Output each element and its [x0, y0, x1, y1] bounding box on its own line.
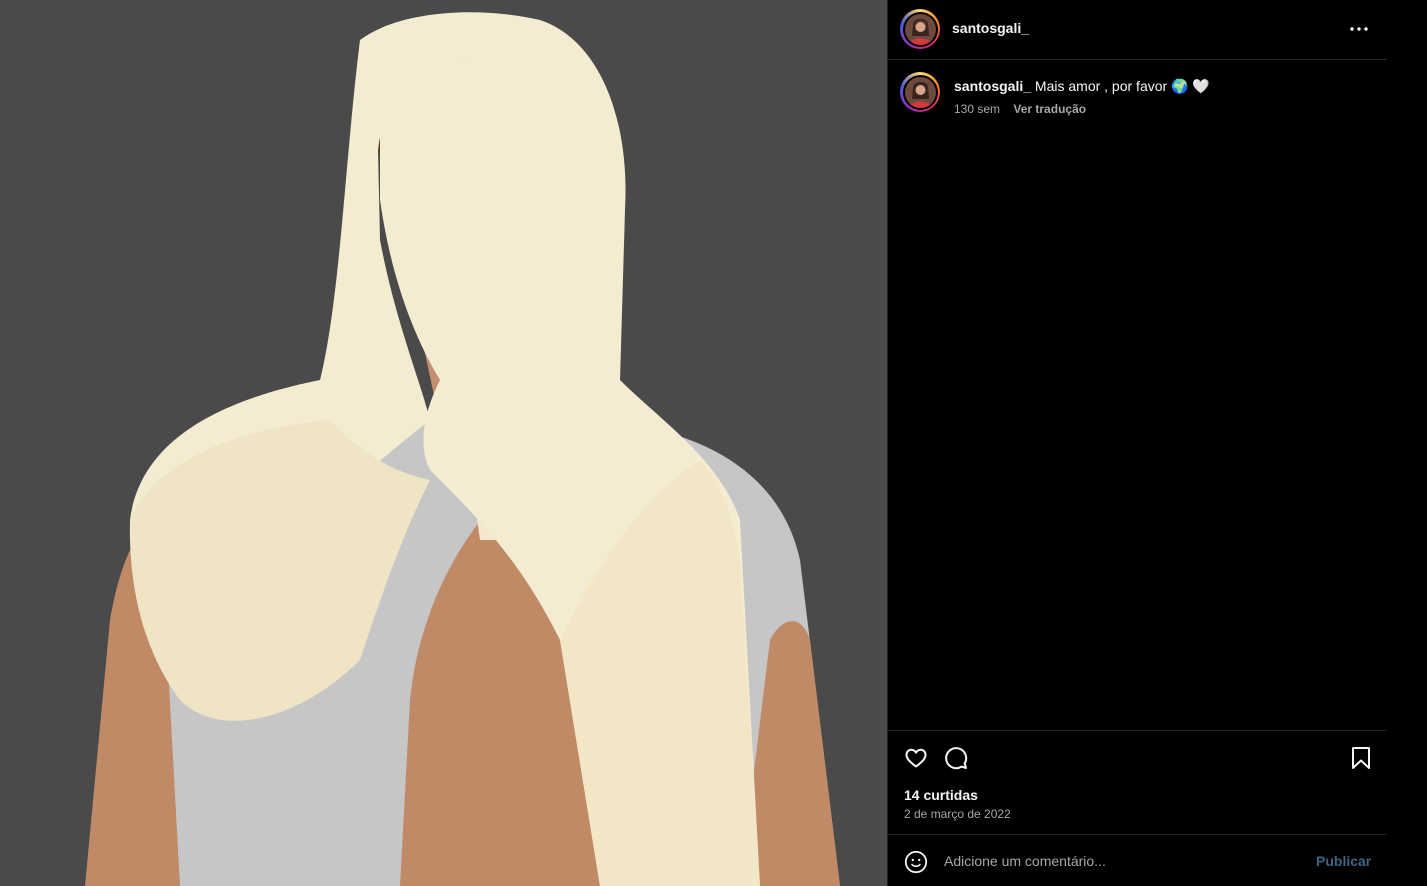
post-date: 2 de março de 2022 [904, 807, 1011, 821]
caption-text: Mais amor , por favor 🌍 🤍 [1034, 78, 1210, 94]
comment-form: Publicar [888, 834, 1387, 886]
post-author-username[interactable]: santosgali_ [952, 20, 1029, 36]
post-side-panel: santosgali_ santosgali_ Mais amor , por [887, 0, 1387, 886]
avatar-image [904, 13, 936, 45]
publish-button[interactable]: Publicar [1316, 853, 1371, 869]
caption-text-block: santosgali_ Mais amor , por favor 🌍 🤍 [954, 77, 1374, 95]
likes-count[interactable]: 14 curtidas [904, 787, 978, 803]
avatar-frame [902, 11, 938, 47]
caption-meta: 130 sem Ver tradução [954, 102, 1086, 116]
comment-icon[interactable] [942, 744, 970, 772]
avatar-image [904, 76, 936, 108]
comment-input[interactable] [944, 850, 1304, 872]
post-image[interactable] [0, 0, 887, 886]
avatar-frame [902, 74, 938, 110]
page-margin [1387, 0, 1427, 886]
post-actions: 14 curtidas 2 de março de 2022 [888, 730, 1387, 834]
more-options-icon[interactable] [1344, 16, 1374, 42]
caption-time[interactable]: 130 sem [954, 102, 1000, 116]
caption-avatar[interactable] [900, 72, 940, 112]
heart-icon[interactable] [902, 744, 930, 772]
see-translation-button[interactable]: Ver tradução [1013, 102, 1086, 116]
post-illustration [0, 0, 887, 886]
emoji-icon[interactable] [902, 848, 930, 876]
post-header: santosgali_ [888, 0, 1387, 60]
avatar[interactable] [900, 9, 940, 49]
bookmark-icon[interactable] [1347, 744, 1375, 772]
caption-username[interactable]: santosgali_ [954, 78, 1031, 94]
